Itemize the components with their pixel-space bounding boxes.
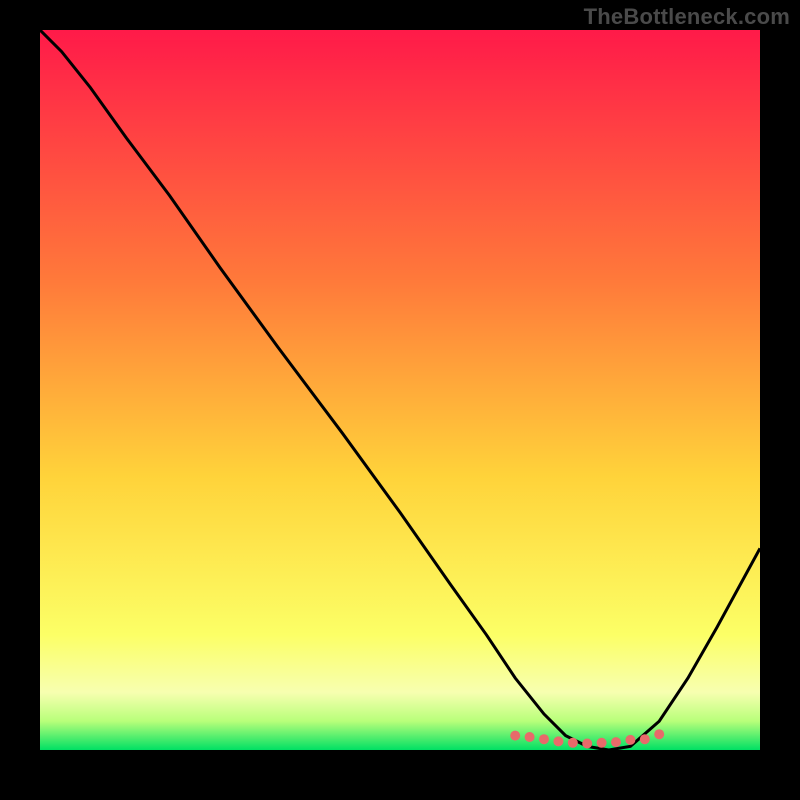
chart-container: TheBottleneck.com [0, 0, 800, 800]
marker-dot [553, 736, 563, 746]
marker-dot [510, 731, 520, 741]
marker-dot [525, 732, 535, 742]
marker-dot [640, 734, 650, 744]
watermark-text: TheBottleneck.com [584, 4, 790, 30]
plot-area [40, 30, 760, 750]
marker-dot [568, 738, 578, 748]
marker-dot [611, 737, 621, 747]
marker-dot [582, 739, 592, 749]
marker-dot [654, 729, 664, 739]
plot-svg [40, 30, 760, 750]
marker-dot [597, 738, 607, 748]
marker-dot [625, 735, 635, 745]
gradient-background [40, 30, 760, 750]
marker-dot [539, 734, 549, 744]
